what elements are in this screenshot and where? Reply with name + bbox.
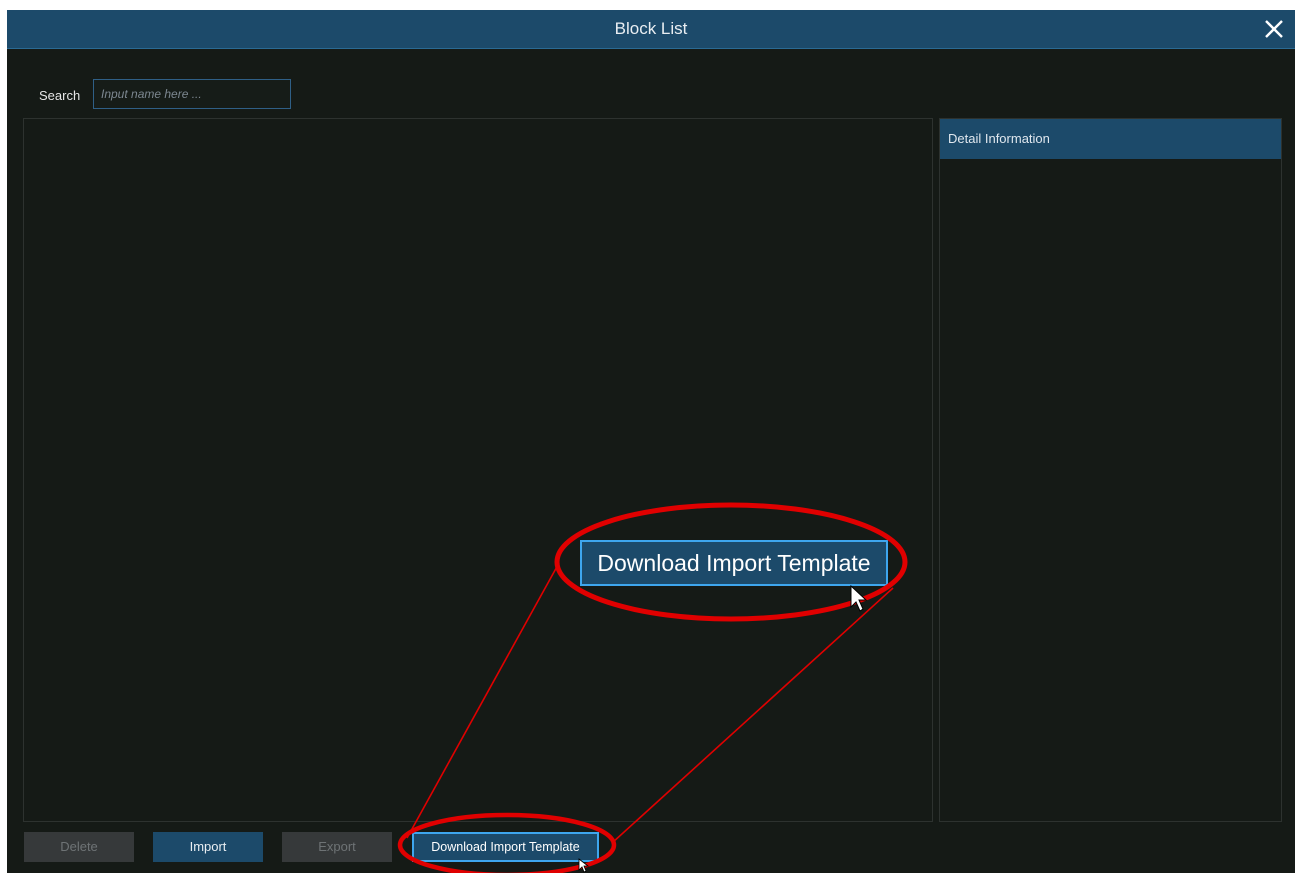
block-list-dialog: Block List Search Detail Information Del… <box>7 10 1295 873</box>
detail-information-panel: Detail Information <box>939 118 1282 822</box>
block-list-panel[interactable] <box>23 118 933 822</box>
download-import-template-button[interactable]: Download Import Template <box>412 832 599 862</box>
zoomed-download-template-callout: Download Import Template <box>580 540 888 586</box>
detail-information-header: Detail Information <box>940 119 1281 159</box>
delete-button[interactable]: Delete <box>24 832 134 862</box>
dialog-title: Block List <box>614 19 688 38</box>
import-button[interactable]: Import <box>153 832 263 862</box>
search-label: Search <box>39 88 81 103</box>
export-button[interactable]: Export <box>282 832 392 862</box>
dialog-titlebar: Block List <box>7 10 1295 49</box>
close-icon[interactable] <box>1259 14 1289 44</box>
search-input[interactable] <box>93 79 291 109</box>
